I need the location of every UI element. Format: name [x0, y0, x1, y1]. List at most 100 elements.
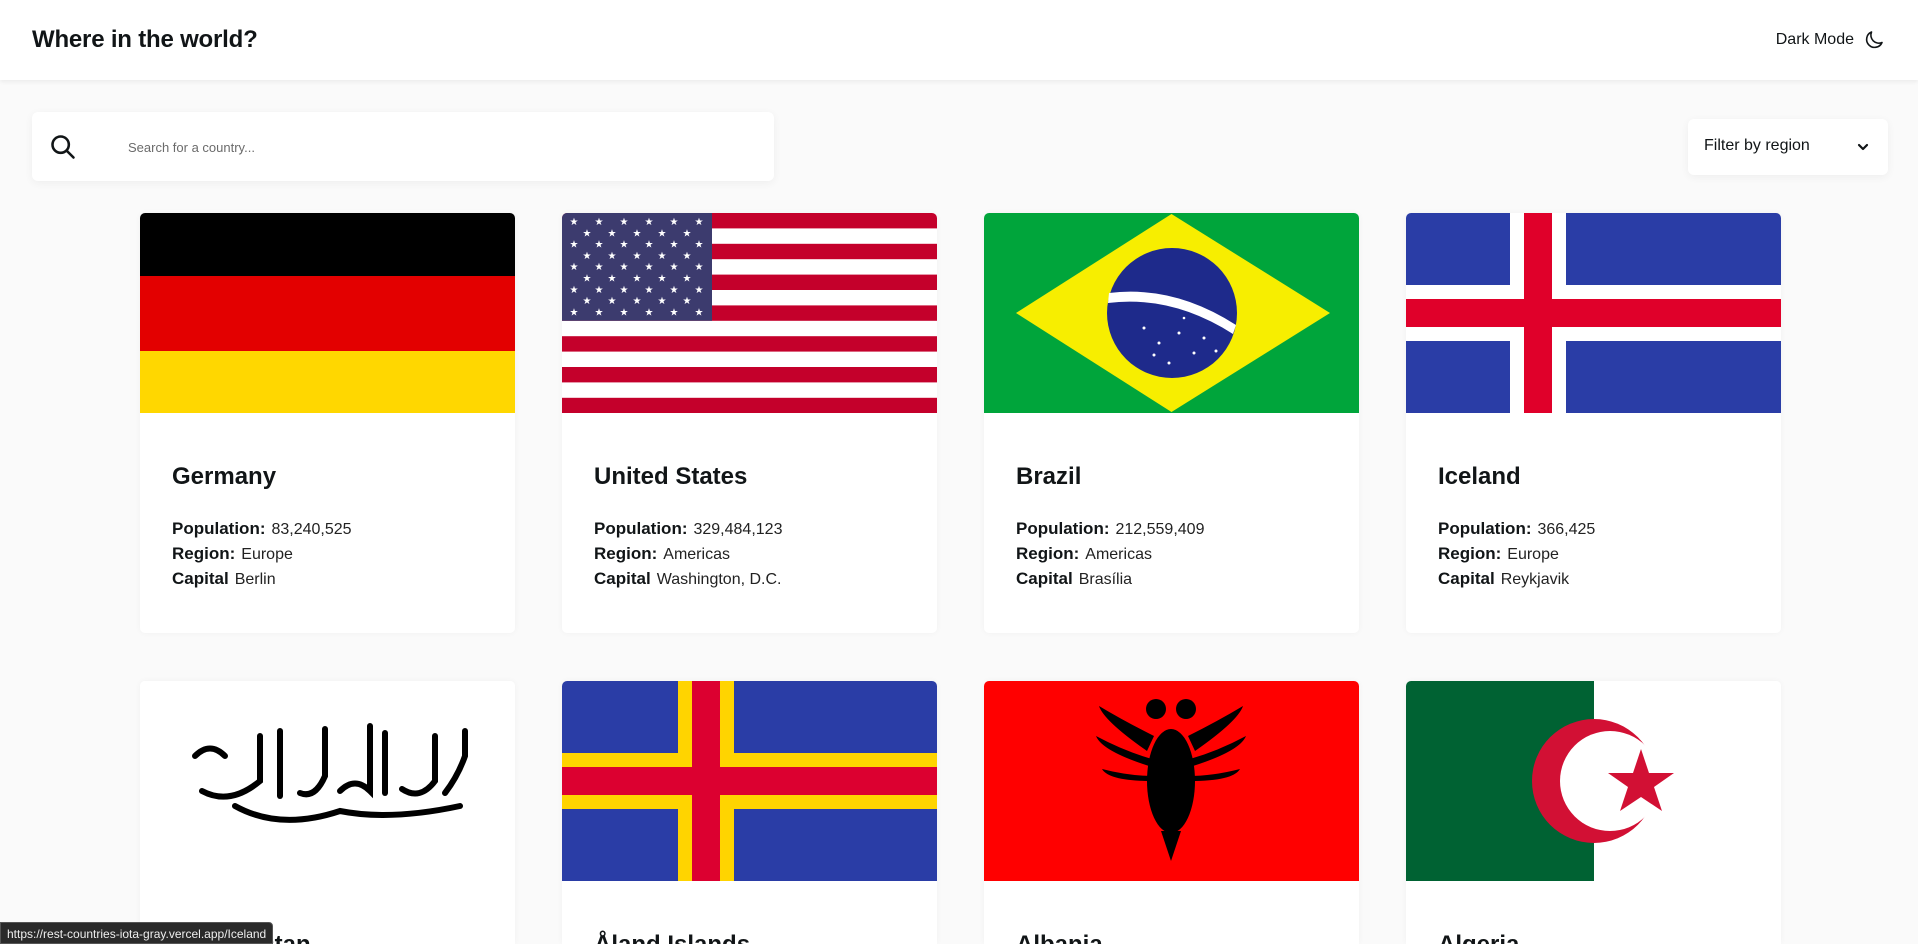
- region-value: Europe: [241, 546, 293, 563]
- population-label: Population:: [1016, 519, 1110, 538]
- capital-label: Capital: [594, 569, 651, 588]
- population-value: 366,425: [1537, 521, 1596, 538]
- flag-star: ★: [633, 296, 642, 307]
- country-card-albania[interactable]: Albania: [984, 681, 1359, 944]
- country-facts: Population: 83,240,525 Region: Europe Capi…: [172, 517, 352, 592]
- flag-star: ★: [595, 262, 604, 273]
- population-label: Population:: [172, 519, 266, 538]
- flag-star: ★: [595, 307, 604, 318]
- country-name: United States: [594, 463, 748, 490]
- flag-star: ★: [570, 240, 579, 251]
- capital-label: Capital: [1016, 569, 1073, 588]
- germany-flag: [140, 213, 515, 413]
- country-name: Iceland: [1438, 463, 1521, 490]
- flag-star: ★: [583, 296, 592, 307]
- flag-star: ★: [633, 274, 642, 285]
- flag-star: ★: [620, 217, 629, 228]
- flag-star: ★: [645, 262, 654, 273]
- search-icon: [51, 135, 75, 159]
- search-box: [32, 112, 774, 181]
- country-facts: Population: 212,559,409 Region: Americas C…: [1016, 517, 1204, 592]
- brazil-flag: [984, 213, 1359, 413]
- flag-star: ★: [683, 274, 692, 285]
- dark-mode-toggle[interactable]: Dark Mode: [1776, 28, 1886, 52]
- country-card-united-states[interactable]: ★ ★ ★ ★ ★ ★ ★ ★ ★ ★ ★ ★ ★ ★ ★ ★ ★ ★ ★ ★ ★ ★ ★ ★ ★ ★ ★ ★ ★ ★ ★ ★ ★ ★ ★ ★ ★ ★ ★ ★…: [562, 213, 937, 633]
- flag-star: ★: [670, 285, 679, 296]
- region-label: Region:: [1438, 544, 1502, 563]
- flag-star: ★: [670, 240, 679, 251]
- country-card-afghanistan[interactable]: Afghanistan: [140, 681, 515, 944]
- region-label: Region:: [172, 544, 236, 563]
- flag-star: ★: [595, 217, 604, 228]
- country-name: Algeria: [1438, 931, 1519, 944]
- flag-star: ★: [570, 217, 579, 228]
- flag-star: ★: [620, 240, 629, 251]
- country-card-iceland[interactable]: Iceland Population: 366,425 Region: Europe…: [1406, 213, 1781, 633]
- flag-star: ★: [583, 228, 592, 239]
- population-label: Population:: [1438, 519, 1532, 538]
- chevron-down-icon: [1857, 143, 1869, 151]
- country-card-aland-islands[interactable]: Åland Islands: [562, 681, 937, 944]
- flag-star: ★: [658, 228, 667, 239]
- dark-mode-label: Dark Mode: [1775, 31, 1854, 48]
- country-card-algeria[interactable]: Algeria: [1406, 681, 1781, 944]
- flag-star: ★: [670, 307, 679, 318]
- afghanistan-flag: [140, 681, 515, 881]
- country-name: Albania: [1016, 931, 1103, 944]
- status-bar-url: https://rest-countries-iota-gray.vercel.…: [0, 922, 274, 944]
- flag-star: ★: [595, 285, 604, 296]
- country-name: Brazil: [1016, 463, 1082, 490]
- flag-star: ★: [670, 217, 679, 228]
- country-name: Germany: [172, 463, 277, 490]
- flag-star: ★: [620, 285, 629, 296]
- usa-flag: ★ ★ ★ ★ ★ ★★ ★ ★ ★ ★★ ★ ★ ★ ★ ★★ ★ ★ ★ ★★ ★ ★ ★ ★ ★★ ★ ★ ★ ★★ ★ ★ ★ ★ ★★…: [562, 213, 937, 413]
- flag-star: ★: [658, 251, 667, 262]
- country-card-brazil[interactable]: Brazil Population: 212,559,409 Region: Ame…: [984, 213, 1359, 633]
- population-value: 329,484,123: [693, 521, 783, 538]
- country-facts: Population: 329,484,123 Region: Americas C…: [594, 517, 782, 592]
- flag-star: ★: [695, 262, 704, 273]
- albania-flag: [984, 681, 1359, 881]
- flag-star: ★: [633, 228, 642, 239]
- region-filter-dropdown[interactable]: Filter by region: [1688, 119, 1888, 175]
- flag-star: ★: [583, 251, 592, 262]
- population-label: Population:: [594, 519, 688, 538]
- population-value: 212,559,409: [1115, 521, 1205, 538]
- country-card-germany[interactable]: Germany Population: 83,240,525 Region: Eur…: [140, 213, 515, 633]
- region-value: Americas: [663, 546, 730, 563]
- country-name: Åland Islands: [594, 931, 750, 944]
- country-facts: Population: 366,425 Region: Europe Capital…: [1438, 517, 1595, 592]
- flag-star: ★: [570, 307, 579, 318]
- flag-star: ★: [695, 240, 704, 251]
- flag-star: ★: [608, 274, 617, 285]
- search-input[interactable]: [128, 132, 748, 162]
- flag-star: ★: [633, 251, 642, 262]
- capital-label: Capital: [1438, 569, 1495, 588]
- app-title[interactable]: Where in the world?: [32, 26, 258, 54]
- region-filter-label: Filter by region: [1704, 137, 1810, 154]
- flag-star: ★: [670, 262, 679, 273]
- flag-star: ★: [570, 262, 579, 273]
- flag-star: ★: [683, 228, 692, 239]
- flag-star: ★: [608, 251, 617, 262]
- flag-star: ★: [570, 285, 579, 296]
- capital-value: Washington, D.C.: [656, 571, 782, 588]
- iceland-flag: [1406, 213, 1781, 413]
- flag-star: ★: [695, 285, 704, 296]
- aland-flag: [562, 681, 937, 881]
- flag-star: ★: [683, 296, 692, 307]
- flag-star: ★: [645, 307, 654, 318]
- flag-star: ★: [695, 217, 704, 228]
- flag-star: ★: [595, 240, 604, 251]
- app-header: Where in the world? Dark Mode: [0, 0, 1918, 80]
- region-value: Americas: [1085, 546, 1152, 563]
- flag-star: ★: [608, 296, 617, 307]
- flag-star: ★: [658, 296, 667, 307]
- region-value: Europe: [1507, 546, 1559, 563]
- flag-star: ★: [620, 262, 629, 273]
- population-value: 83,240,525: [271, 521, 352, 538]
- flag-star: ★: [608, 228, 617, 239]
- moon-icon: [1865, 31, 1883, 49]
- algeria-flag: [1406, 681, 1781, 881]
- capital-label: Capital: [172, 569, 229, 588]
